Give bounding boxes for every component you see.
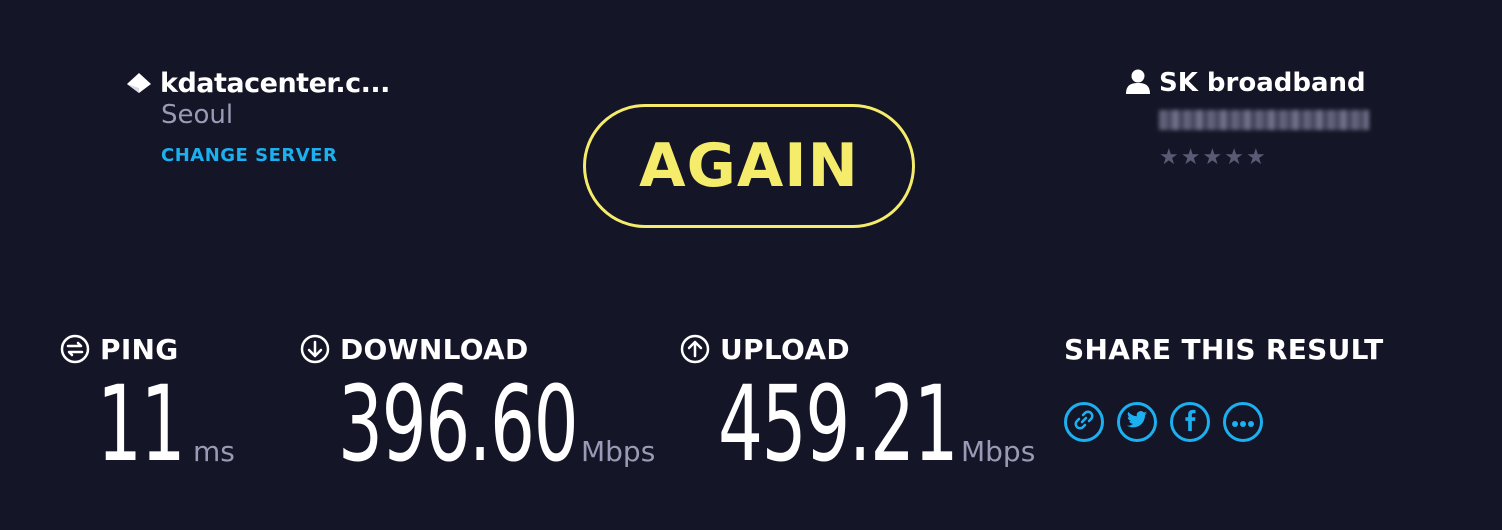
again-button[interactable]: AGAIN [583, 104, 915, 228]
share-link-button[interactable] [1064, 402, 1104, 442]
upload-label-row: UPLOAD [680, 332, 850, 366]
facebook-icon [1183, 409, 1197, 435]
download-label: DOWNLOAD [340, 332, 529, 366]
share-buttons [1064, 402, 1263, 442]
twitter-icon [1126, 410, 1148, 434]
isp-ip-text [1159, 110, 1369, 130]
ping-value: 11 [97, 363, 186, 485]
server-info: kdatacenter.c... [126, 66, 390, 100]
download-icon [300, 334, 330, 364]
ping-label-row: PING [60, 332, 179, 366]
isp-name: SK broadband [1159, 68, 1366, 98]
server-city: Seoul [161, 100, 234, 130]
share-more-button[interactable] [1223, 402, 1263, 442]
star-icon[interactable]: ★ [1246, 145, 1266, 171]
download-value: 396.60 [338, 363, 579, 485]
server-icon [126, 70, 152, 96]
more-icon [1231, 413, 1255, 432]
download-label-row: DOWNLOAD [300, 332, 529, 366]
user-icon [1125, 68, 1151, 98]
ping-icon [60, 334, 90, 364]
upload-unit: Mbps [961, 435, 1036, 468]
upload-icon [680, 334, 710, 364]
server-name: kdatacenter.c... [160, 67, 390, 99]
share-twitter-button[interactable] [1117, 402, 1157, 442]
share-title: SHARE THIS RESULT [1064, 332, 1384, 366]
change-server-link[interactable]: CHANGE SERVER [161, 145, 337, 166]
ping-unit: ms [193, 435, 235, 468]
share-facebook-button[interactable] [1170, 402, 1210, 442]
star-icon[interactable]: ★ [1181, 145, 1201, 171]
link-icon [1072, 408, 1096, 436]
isp-info: SK broadband [1125, 66, 1366, 100]
speedtest-result-screen: kdatacenter.c... Seoul CHANGE SERVER AGA… [0, 0, 1502, 530]
upload-label: UPLOAD [720, 332, 850, 366]
ping-label: PING [100, 332, 179, 366]
star-icon[interactable]: ★ [1202, 145, 1222, 171]
star-icon[interactable]: ★ [1224, 145, 1244, 171]
isp-rating[interactable]: ★ ★ ★ ★ ★ [1159, 145, 1266, 171]
download-unit: Mbps [581, 435, 656, 468]
upload-value: 459.21 [718, 363, 959, 485]
star-icon[interactable]: ★ [1159, 145, 1179, 171]
